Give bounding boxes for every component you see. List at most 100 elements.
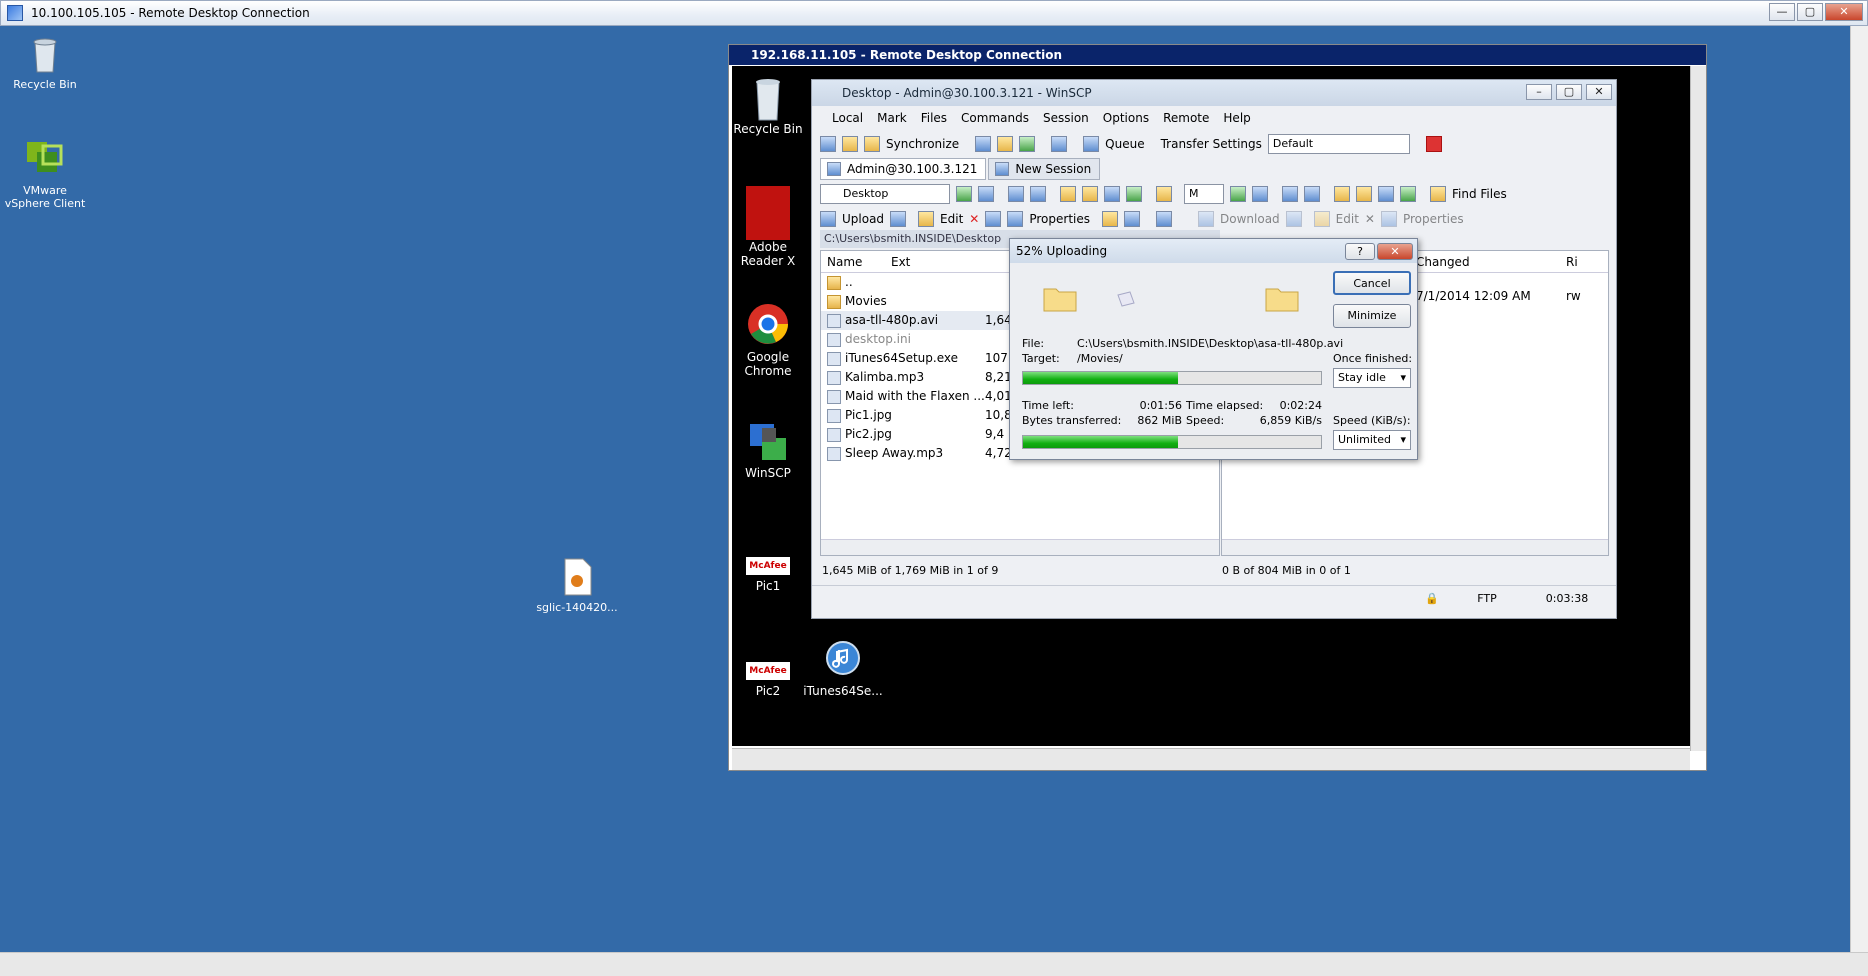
remote-forward-icon[interactable]: [1304, 186, 1320, 202]
tree-icon[interactable]: [1156, 186, 1172, 202]
remote-parent-icon[interactable]: [1334, 186, 1350, 202]
back-icon[interactable]: [1008, 186, 1024, 202]
once-finished-select[interactable]: Stay idle ▾: [1333, 368, 1411, 388]
changed-column-header[interactable]: Changed: [1416, 251, 1566, 272]
remote-edit-icon: [1313, 211, 1330, 227]
find-files-button[interactable]: Find Files: [1452, 187, 1507, 201]
refresh-local-icon[interactable]: [1126, 186, 1142, 202]
local-directory-select[interactable]: Desktop: [820, 184, 950, 204]
preferences-icon[interactable]: [1051, 136, 1068, 152]
desktop-icon-recycle-bin[interactable]: Recycle Bin: [0, 34, 90, 91]
once-finished-label: Once finished:: [1333, 352, 1413, 365]
target-folder-icon: [1264, 283, 1300, 313]
parent-dir-icon[interactable]: [1060, 186, 1076, 202]
winscp-restore-button[interactable]: ▢: [1556, 84, 1582, 100]
inner-icon-chrome[interactable]: Google Chrome: [728, 302, 808, 378]
minimize-dialog-button[interactable]: Minimize: [1333, 304, 1411, 328]
menu-session[interactable]: Session: [1043, 108, 1089, 128]
menu-help[interactable]: Help: [1223, 108, 1250, 128]
rdp-vertical-scrollbar[interactable]: [1690, 66, 1706, 751]
rdp-horizontal-scrollbar[interactable]: [732, 748, 1690, 770]
dialog-close-button[interactable]: ✕: [1377, 243, 1413, 260]
menu-mark[interactable]: Mark: [877, 108, 907, 128]
remote-horizontal-scrollbar[interactable]: [1222, 539, 1608, 555]
root-dir-icon[interactable]: [1082, 186, 1098, 202]
winscp-close-button[interactable]: ✕: [1586, 84, 1612, 100]
inner-icon-pic1[interactable]: McAfee Pic1: [728, 557, 808, 593]
delete-icon[interactable]: ✕: [969, 212, 979, 226]
upload-button[interactable]: Upload: [842, 212, 884, 226]
edit-button[interactable]: Edit: [940, 212, 963, 226]
lock-icon: 🔒: [1425, 592, 1439, 605]
properties-button[interactable]: Properties: [1029, 212, 1090, 226]
menu-options[interactable]: Options: [1103, 108, 1149, 128]
remote-home-icon[interactable]: [1378, 186, 1394, 202]
cancel-button[interactable]: Cancel: [1333, 271, 1411, 295]
icon-label: Recycle Bin: [733, 122, 803, 136]
ext-column-header[interactable]: Ext: [891, 251, 971, 272]
time-elapsed-value: 0:02:24: [1279, 399, 1322, 412]
forward-icon[interactable]: [1030, 186, 1046, 202]
menu-local[interactable]: Local: [832, 108, 863, 128]
inner-icon-itunes[interactable]: iTunes64Se...: [803, 640, 883, 698]
console-icon[interactable]: [975, 136, 992, 152]
inner-icon-winscp[interactable]: WinSCP: [728, 414, 808, 480]
download-options-icon[interactable]: [1285, 211, 1302, 227]
inner-icon-pic2[interactable]: McAfee Pic2: [728, 662, 808, 698]
menu-commands[interactable]: Commands: [961, 108, 1029, 128]
remote-edit-button[interactable]: Edit: [1336, 212, 1359, 226]
menu-remote[interactable]: Remote: [1163, 108, 1209, 128]
disconnect-icon[interactable]: [1425, 136, 1442, 152]
rename-icon[interactable]: [985, 211, 1002, 227]
speed-limit-select[interactable]: Unlimited ▾: [1333, 430, 1411, 450]
name-column-header[interactable]: Name: [821, 251, 891, 272]
refresh-icon[interactable]: [1019, 136, 1036, 152]
remote-delete-icon[interactable]: ✕: [1365, 212, 1375, 226]
queue-button[interactable]: Queue: [1105, 137, 1144, 151]
rights-column-header[interactable]: Ri: [1566, 251, 1578, 272]
exe-file-icon: [827, 352, 841, 366]
remote-properties-button[interactable]: Properties: [1403, 212, 1464, 226]
filter-icon[interactable]: [978, 186, 994, 202]
putty-icon[interactable]: [997, 136, 1014, 152]
compare-icon[interactable]: [820, 136, 836, 152]
add-icon[interactable]: [1156, 211, 1173, 227]
inner-icon-adobe-reader[interactable]: Adobe Reader X: [728, 186, 808, 268]
menu-files[interactable]: Files: [921, 108, 947, 128]
open-remote-folder-icon[interactable]: [1230, 186, 1246, 202]
mcafee-image-icon: McAfee: [746, 557, 790, 575]
transfer-settings-select[interactable]: Default: [1267, 134, 1410, 154]
remote-refresh-icon[interactable]: [1400, 186, 1416, 202]
file-size: 9,4: [985, 427, 1005, 441]
upload-options-icon[interactable]: [890, 211, 907, 227]
close-button[interactable]: ✕: [1825, 3, 1863, 21]
desktop-icon-vmware[interactable]: VMware vSphere Client: [0, 140, 90, 210]
outer-horizontal-scrollbar[interactable]: [0, 952, 1868, 976]
tab-session[interactable]: Admin@30.100.3.121: [820, 158, 987, 180]
synchronize-button[interactable]: Synchronize: [886, 137, 959, 151]
desktop-icon-label: VMware vSphere Client: [4, 184, 86, 210]
winscp-minimize-button[interactable]: –: [1526, 84, 1552, 100]
recycle-bin-icon: [25, 34, 65, 74]
maximize-button[interactable]: ▢: [1797, 3, 1823, 21]
folder-sync-icon[interactable]: [842, 136, 858, 152]
home-icon[interactable]: [1104, 186, 1120, 202]
new-file-icon[interactable]: [1124, 211, 1141, 227]
new-folder-icon[interactable]: [1102, 211, 1119, 227]
download-button[interactable]: Download: [1220, 212, 1280, 226]
inner-icon-recycle-bin[interactable]: Recycle Bin: [728, 74, 808, 136]
tab-new-session[interactable]: New Session: [988, 158, 1101, 180]
remote-back-icon[interactable]: [1282, 186, 1298, 202]
help-button[interactable]: ?: [1345, 243, 1375, 260]
edit-icon: [918, 211, 935, 227]
remote-root-icon[interactable]: [1356, 186, 1372, 202]
minimize-button[interactable]: —: [1769, 3, 1795, 21]
remote-directory-select[interactable]: M: [1184, 184, 1224, 204]
open-folder-icon[interactable]: [956, 186, 972, 202]
remote-filter-icon[interactable]: [1252, 186, 1268, 202]
speed-limit-label: Speed (KiB/s):: [1333, 414, 1411, 427]
desktop-icon-sglic[interactable]: sglic-140420...: [533, 557, 621, 614]
mcafee-image-icon: McAfee: [746, 662, 790, 680]
outer-vertical-scrollbar[interactable]: [1850, 26, 1868, 952]
local-horizontal-scrollbar[interactable]: [821, 539, 1219, 555]
